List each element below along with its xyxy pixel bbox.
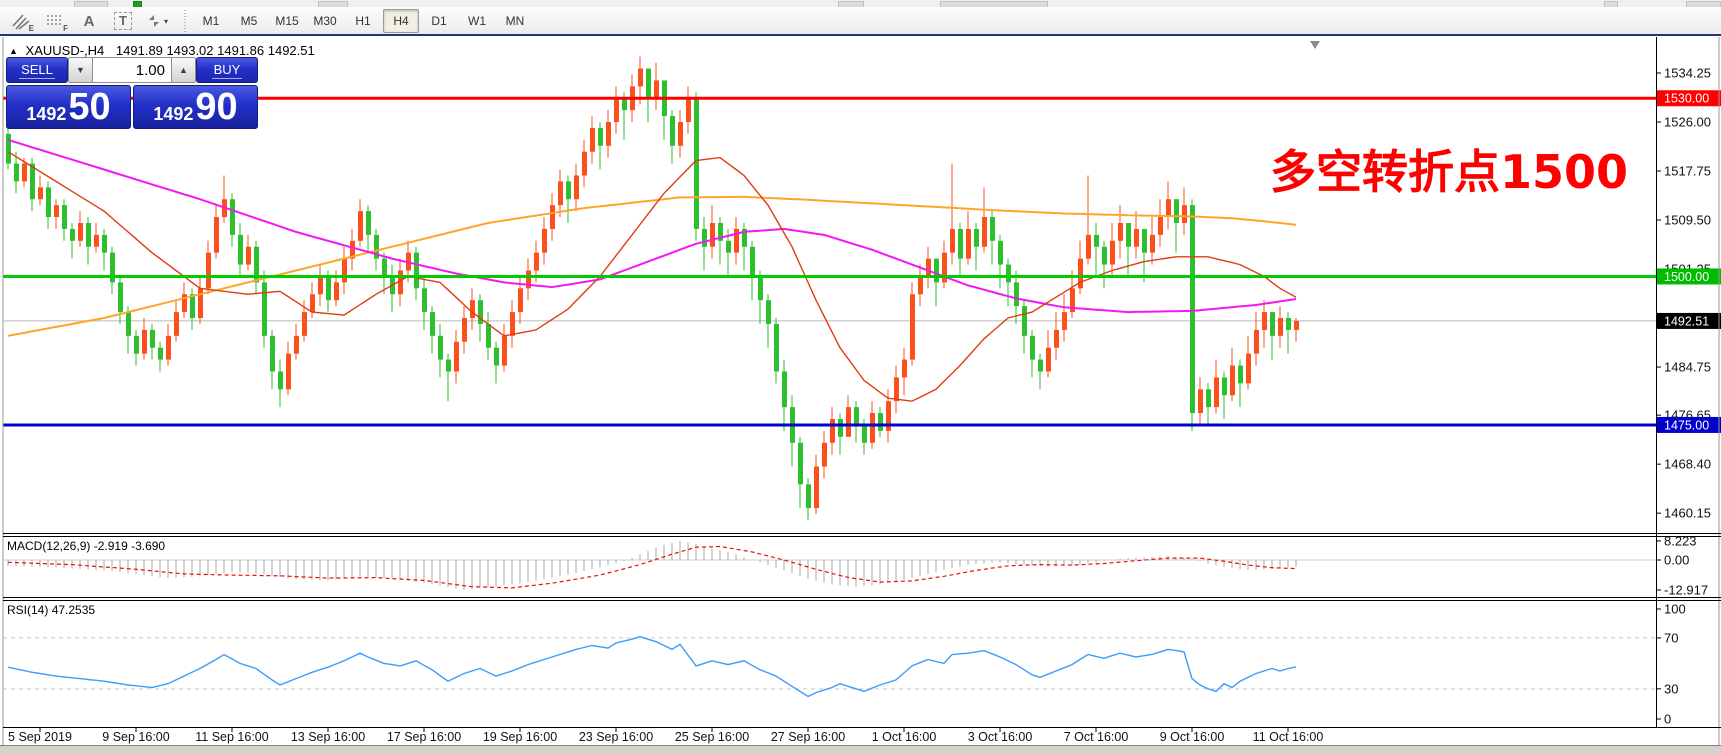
price-axis-label: 0.00 xyxy=(1664,553,1689,568)
chart-window: 1534.251526.001517.751509.501501.251484.… xyxy=(0,36,1721,754)
spin-up-icon: ▲ xyxy=(179,65,188,75)
price-badge-1492.51: 1492.51 xyxy=(1657,312,1721,329)
chart-shift-marker[interactable] xyxy=(1310,41,1320,49)
symbol-ohlc-header: ▲ XAUUSD-,H4 1491.89 1493.02 1491.86 149… xyxy=(9,43,315,58)
ask-price-major: 1492 xyxy=(153,104,194,124)
price-axis-label: -12.917 xyxy=(1664,582,1708,597)
svg-text:1492.51: 1492.51 xyxy=(1664,314,1709,328)
time-axis-label: 3 Oct 16:00 xyxy=(968,730,1033,744)
buy-button[interactable]: BUY xyxy=(196,57,258,83)
time-axis-label: 9 Oct 16:00 xyxy=(1160,730,1225,744)
sell-button[interactable]: SELL xyxy=(6,57,68,83)
svg-text:1530.00: 1530.00 xyxy=(1664,92,1709,106)
symbol-period-label: XAUUSD-,H4 xyxy=(25,43,105,58)
price-axis-label: 100 xyxy=(1664,602,1686,617)
time-axis-label: 17 Sep 16:00 xyxy=(387,730,461,744)
lot-decrease-button[interactable]: ▼ xyxy=(68,57,93,83)
price-axis-label: 1534.25 xyxy=(1664,66,1711,81)
time-axis-label: 19 Sep 16:00 xyxy=(483,730,557,744)
bid-price-major: 1492 xyxy=(26,104,67,124)
price-axis-label: 1484.75 xyxy=(1664,360,1711,375)
price-axis-label: 1460.15 xyxy=(1664,506,1711,521)
time-axis-label: 5 Sep 2019 xyxy=(8,730,72,744)
price-axis-label: 1526.00 xyxy=(1664,115,1711,130)
time-axis-label: 27 Sep 16:00 xyxy=(771,730,845,744)
time-axis-label: 11 Sep 16:00 xyxy=(195,730,268,744)
ohlc-values: 1491.89 1493.02 1491.86 1492.51 xyxy=(115,43,315,58)
time-axis-label: 1 Oct 16:00 xyxy=(872,730,937,744)
window-bottom-strip xyxy=(0,746,1721,754)
sell-price-button[interactable]: 1492 50 xyxy=(6,85,131,129)
price-axis-label: 30 xyxy=(1664,681,1678,696)
svg-text:1500.00: 1500.00 xyxy=(1664,270,1709,284)
time-axis-label: 7 Oct 16:00 xyxy=(1064,730,1129,744)
price-axis-label: 1509.50 xyxy=(1664,213,1711,228)
macd-signal-line xyxy=(7,545,1297,589)
time-axis-label: 25 Sep 16:00 xyxy=(675,730,749,744)
lot-increase-button[interactable]: ▲ xyxy=(171,57,196,83)
price-badge-1475.00: 1475.00 xyxy=(1657,416,1721,433)
time-axis-label: 11 Oct 16:00 xyxy=(1253,730,1324,744)
collapse-arrow-icon: ▲ xyxy=(9,46,18,56)
svg-text:1475.00: 1475.00 xyxy=(1664,418,1709,432)
price-axis-label: 1468.40 xyxy=(1664,457,1711,472)
one-click-trading-panel: SELL ▼ ▲ BUY 1492 50 1492 90 xyxy=(6,57,262,129)
price-axis[interactable]: 1534.251526.001517.751509.501501.251484.… xyxy=(1656,66,1721,727)
bid-price-minor: 50 xyxy=(68,86,111,128)
price-badge-1530.00: 1530.00 xyxy=(1657,90,1721,107)
price-axis-label: 70 xyxy=(1664,630,1678,645)
price-axis-label: 1517.75 xyxy=(1664,164,1711,179)
ma-medium-line xyxy=(7,138,1297,314)
time-axis-label: 23 Sep 16:00 xyxy=(579,730,653,744)
spin-down-icon: ▼ xyxy=(76,65,85,75)
price-axis-label: 8.223 xyxy=(1664,533,1697,548)
macd-histogram xyxy=(7,540,1297,590)
chart-annotation-text: 多空转折点1500 xyxy=(1270,145,1629,199)
time-axis-label: 9 Sep 16:00 xyxy=(102,730,169,744)
lot-size-input[interactable] xyxy=(93,57,171,83)
ask-price-minor: 90 xyxy=(195,86,238,128)
time-axis-label: 13 Sep 16:00 xyxy=(291,730,365,744)
rsi-indicator-label: RSI(14) 47.2535 xyxy=(7,603,96,617)
price-axis-label: 0 xyxy=(1664,712,1671,727)
time-axis[interactable]: 5 Sep 2019 9 Sep 16:00 11 Sep 16:00 13 Sep … xyxy=(8,727,1323,744)
buy-price-button[interactable]: 1492 90 xyxy=(133,85,258,129)
macd-indicator-label: MACD(12,26,9) -2.919 -3.690 xyxy=(7,539,166,553)
price-badge-1500.00: 1500.00 xyxy=(1657,268,1721,285)
rsi-line xyxy=(7,635,1297,698)
